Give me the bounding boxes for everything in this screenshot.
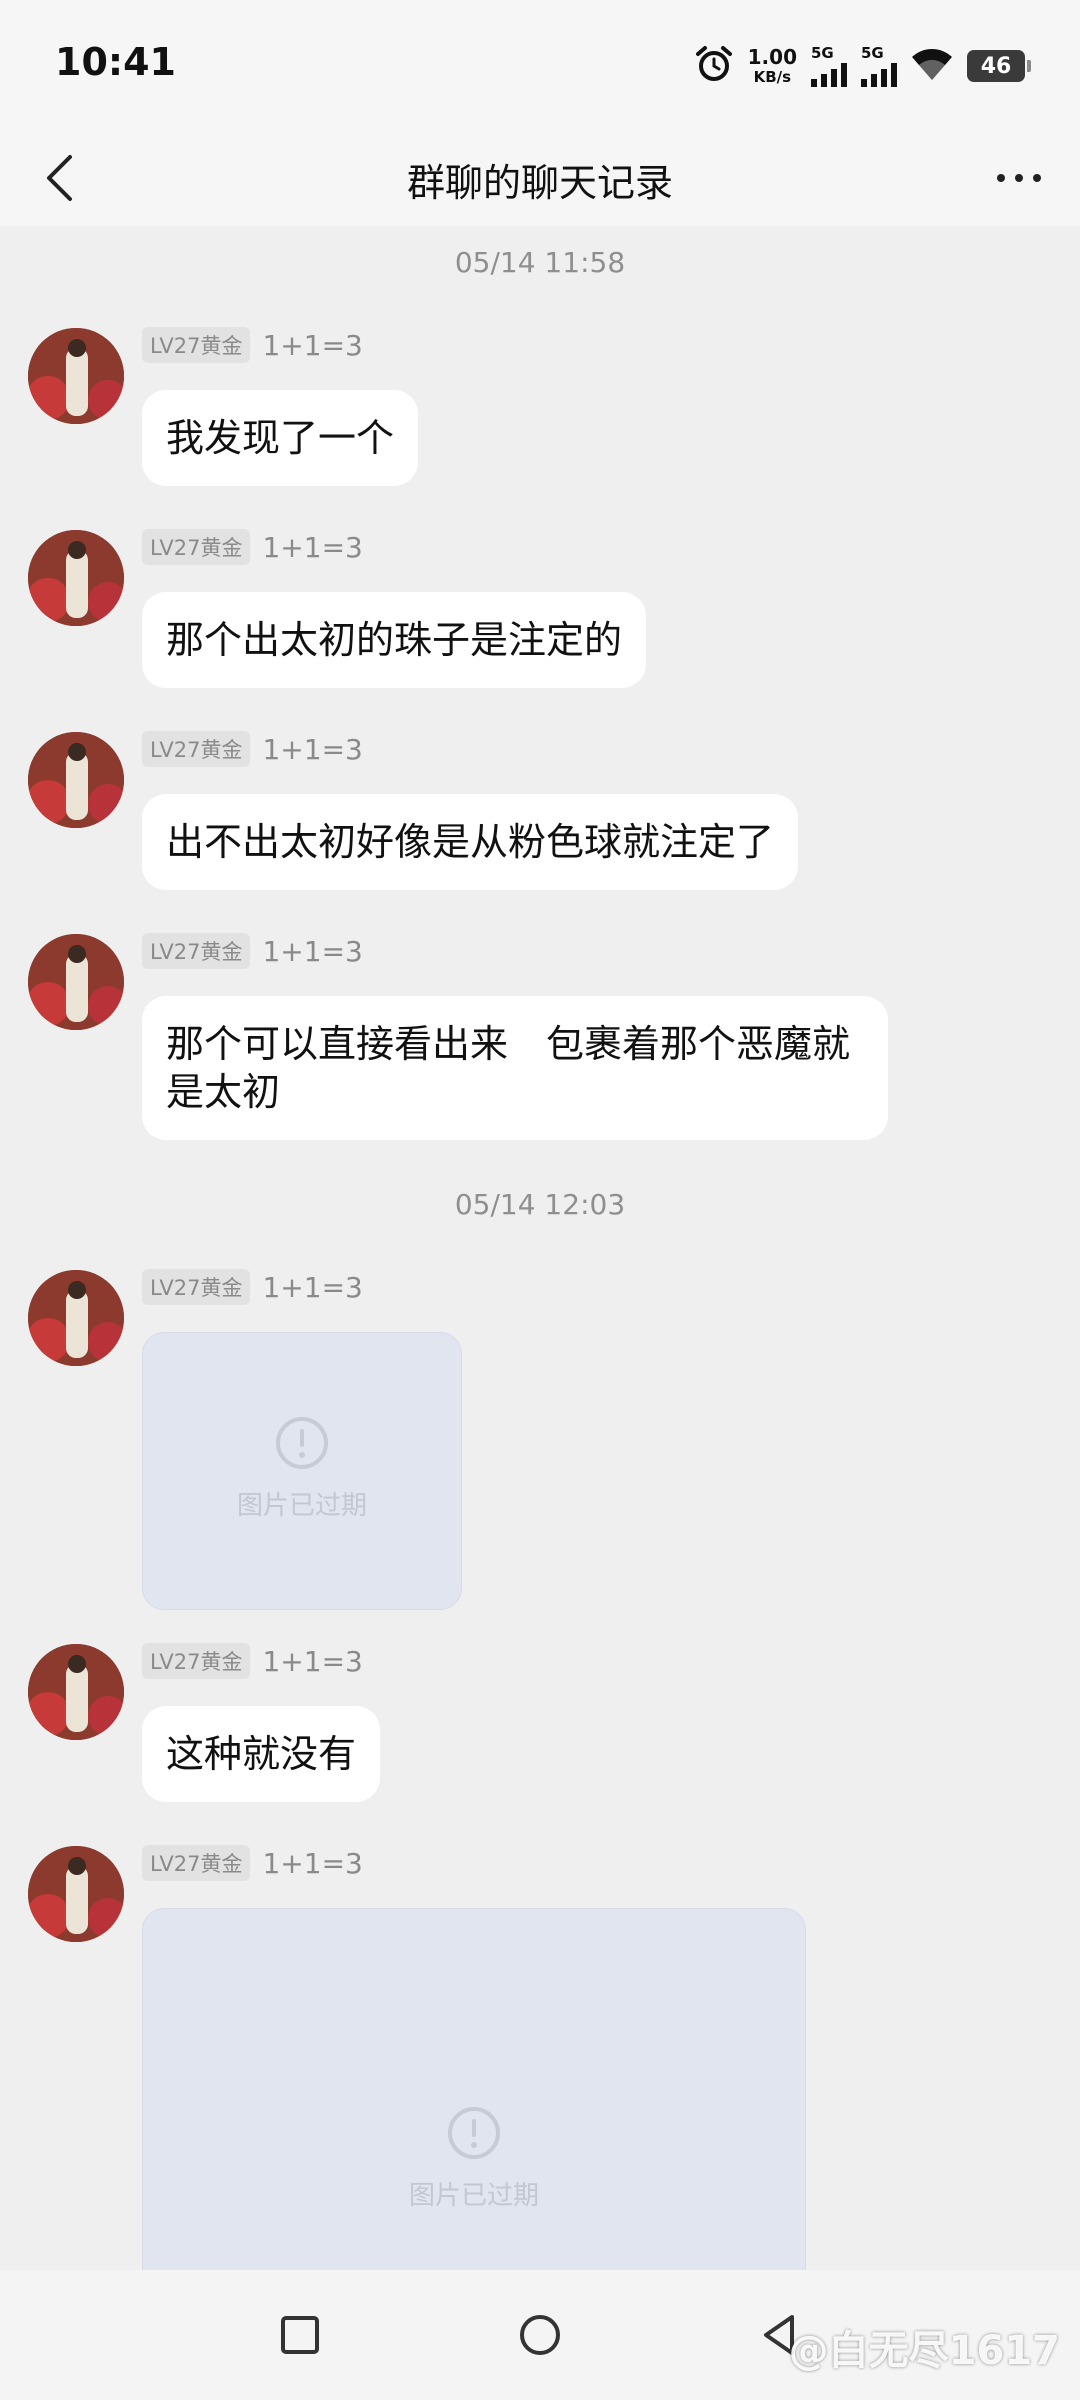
square-icon [281,2316,319,2354]
network-speed: 1.00 KB/s [748,47,797,85]
expired-image-placeholder[interactable]: 图片已过期 [142,1332,462,1610]
message-bubble[interactable]: 这种就没有 [142,1706,381,1802]
page-title: 群聊的聊天记录 [406,161,673,205]
sender-nickname[interactable]: 1+1=3 [262,531,362,564]
sim1-label: 5G [811,43,834,62]
avatar[interactable] [28,1270,124,1366]
alarm-icon [694,44,734,88]
warning-circle-icon [276,1417,328,1469]
sender-meta: LV27黄金 1+1=3 [142,1845,363,1881]
message-bubble[interactable]: 那个可以直接看出来 包裹着那个恶魔就是太初 [142,996,888,1140]
sender-nickname[interactable]: 1+1=3 [262,329,362,362]
sender-nickname[interactable]: 1+1=3 [262,1847,362,1880]
message-bubble[interactable]: 出不出太初好像是从粉色球就注定了 [142,794,799,890]
sender-meta: LV27黄金 1+1=3 [142,327,363,363]
more-options-button[interactable] [983,142,1055,214]
level-badge: LV27黄金 [142,529,251,565]
sim2-label: 5G [861,43,884,62]
sender-meta: LV27黄金 1+1=3 [142,529,363,565]
status-icons: 1.00 KB/s 5G 5G 46 [694,40,1031,92]
network-speed-unit: KB/s [753,68,792,86]
chat-history[interactable]: 05/14 11:58 LV27黄金 1+1=3 我发现了一个 LV27黄金 1… [0,226,1080,2270]
avatar[interactable] [28,328,124,424]
sim1-signal: 5G [811,43,847,87]
level-badge: LV27黄金 [142,1269,251,1305]
signal-bars-icon [861,62,897,87]
expired-image-label: 图片已过期 [408,2181,539,2211]
watermark: @白无尽1617 [788,2328,1060,2374]
timestamp-separator: 05/14 11:58 [454,246,626,279]
level-badge: LV27黄金 [142,731,251,767]
level-badge: LV27黄金 [142,327,251,363]
sender-meta: LV27黄金 1+1=3 [142,933,363,969]
sender-nickname[interactable]: 1+1=3 [262,1645,362,1678]
message-bubble[interactable]: 那个出太初的珠子是注定的 [142,592,647,688]
sender-meta: LV27黄金 1+1=3 [142,1269,363,1305]
avatar[interactable] [28,934,124,1030]
sender-meta: LV27黄金 1+1=3 [142,731,363,767]
warning-circle-icon [448,2107,500,2159]
level-badge: LV27黄金 [142,1845,251,1881]
level-badge: LV27黄金 [142,1643,251,1679]
home-button[interactable] [508,2303,572,2367]
more-dots-icon [997,174,1041,182]
status-time: 10:41 [55,40,176,84]
signal-bars-icon [811,62,847,87]
header-bar: 群聊的聊天记录 [0,130,1080,226]
battery-indicator: 46 [967,50,1031,82]
network-speed-value: 1.00 [747,45,797,69]
status-bar: 10:41 1.00 KB/s 5G 5G 46 [0,0,1080,130]
sender-meta: LV27黄金 1+1=3 [142,1643,363,1679]
avatar[interactable] [28,732,124,828]
expired-image-placeholder[interactable]: 图片已过期 [142,1908,806,2270]
avatar[interactable] [28,1846,124,1942]
level-badge: LV27黄金 [142,933,251,969]
circle-icon [520,2315,560,2355]
wifi-icon [911,47,953,85]
message-bubble[interactable]: 我发现了一个 [142,390,419,486]
avatar[interactable] [28,1644,124,1740]
recents-button[interactable] [268,2303,332,2367]
sender-nickname[interactable]: 1+1=3 [262,1271,362,1304]
sender-nickname[interactable]: 1+1=3 [262,935,362,968]
sender-nickname[interactable]: 1+1=3 [262,733,362,766]
expired-image-label: 图片已过期 [236,1491,367,1521]
avatar[interactable] [28,530,124,626]
timestamp-separator: 05/14 12:03 [454,1188,626,1221]
sim2-signal: 5G [861,43,897,87]
